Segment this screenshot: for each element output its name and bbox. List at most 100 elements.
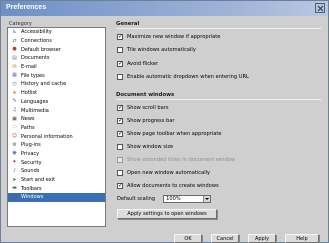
default-scaling-value: 100%	[166, 195, 181, 202]
accessibility-icon: ♿	[12, 28, 17, 35]
windows-icon: ▢	[12, 193, 17, 200]
checkbox[interactable]	[117, 130, 123, 137]
sidebar-item-paths[interactable]: ▭ Paths	[8, 124, 105, 133]
sidebar-item-label: Default browser	[21, 46, 61, 53]
sidebar-item-label: E-mail	[21, 64, 37, 71]
hotlist-icon: ★	[12, 89, 17, 96]
history-icon: ◷	[12, 80, 17, 87]
sidebar-item-label: Security	[21, 159, 42, 166]
sidebar-item-label: Languages	[21, 98, 49, 105]
option-label: Enable automatic dropdown when entering …	[127, 74, 249, 80]
sidebar-item-label: Windows	[21, 194, 44, 201]
sidebar-item-start-and-exit[interactable]: ➤ Start and exit	[8, 176, 105, 185]
option-row: Maximize new window if appropriate	[117, 32, 220, 41]
sidebar-item-security[interactable]: ✦ Security	[8, 158, 105, 167]
preferences-window: Preferences Category ♿ Accessibility ⇄ Conn…	[0, 0, 329, 243]
plugins-icon: ⚙	[12, 141, 17, 148]
sidebar-item-privacy[interactable]: ◉ Privacy	[8, 150, 105, 159]
multimedia-icon: ♫	[12, 107, 17, 114]
cancel-button[interactable]: Cancel	[211, 234, 239, 243]
sidebar-item-multimedia[interactable]: ♫ Multimedia	[8, 106, 105, 115]
checkbox[interactable]	[117, 47, 123, 53]
personal-info-icon: ☺	[11, 133, 18, 140]
close-icon[interactable]	[315, 3, 325, 13]
checkbox[interactable]	[117, 33, 123, 40]
start-exit-icon: ➤	[12, 176, 17, 183]
sidebar-item-hotlist[interactable]: ★ Hotlist	[8, 89, 105, 98]
checkbox[interactable]	[117, 143, 123, 150]
option-label: Show progress bar	[127, 117, 175, 124]
chevron-down-icon[interactable]	[203, 195, 211, 202]
sidebar-item-default-browser[interactable]: ● Default browser	[8, 45, 105, 54]
checkbox[interactable]	[117, 74, 123, 80]
default-browser-icon: ●	[12, 46, 17, 53]
sidebar-item-label: Start and exit	[21, 177, 56, 184]
ok-button[interactable]: OK	[174, 234, 202, 243]
sidebar-item-label: Accessibility	[21, 29, 52, 36]
option-row: Show page toolbar when appropriate	[117, 129, 221, 138]
toolbars-icon: ▬	[12, 185, 17, 192]
sidebar-item-label: Multimedia	[21, 107, 49, 114]
option-row: Show progress bar	[117, 116, 174, 125]
option-row: Show extended titles in document window	[117, 155, 235, 164]
default-scaling-label: Default scaling	[117, 195, 156, 202]
sidebar-item-personal-information[interactable]: ☺ Personal information	[8, 132, 105, 141]
default-scaling-row: Default scaling 100%	[117, 194, 212, 203]
option-label: Show extended titles in document window	[127, 156, 236, 163]
sidebar-item-label: Plug-ins	[21, 142, 41, 149]
option-label: Open new window automatically	[127, 169, 211, 176]
sidebar-item-file-types[interactable]: ▦ File types	[8, 71, 105, 80]
sidebar-item-label: Paths	[21, 124, 35, 131]
default-scaling-select[interactable]: 100%	[163, 194, 212, 203]
checkbox[interactable]	[117, 104, 123, 111]
apply-to-open-windows-button[interactable]: Apply settings to open windows	[117, 209, 217, 219]
option-row: Tile windows automatically	[117, 46, 196, 55]
checkbox[interactable]	[117, 182, 123, 189]
sidebar-item-label: File types	[21, 72, 45, 79]
sidebar-item-label: Hotlist	[21, 90, 38, 97]
sidebar-item-connections[interactable]: ⇄ Connections	[8, 37, 105, 46]
sidebar-item-news[interactable]: ▣ News	[8, 115, 105, 124]
windows-settings-panel: General Maximize new window if appropria…	[113, 19, 321, 224]
option-row: Show window size	[117, 142, 173, 151]
help-button[interactable]: Help	[285, 234, 319, 243]
option-label: Show scroll bars	[127, 104, 169, 111]
checkbox	[117, 156, 123, 163]
option-row: Allow documents to create windows	[117, 181, 219, 190]
privacy-icon: ◉	[12, 150, 17, 157]
option-label: Show window size	[127, 143, 174, 150]
sidebar-item-windows[interactable]: ▢ Windows	[8, 193, 105, 202]
option-label: Allow documents to create windows	[127, 182, 219, 189]
checkbox[interactable]	[117, 60, 123, 67]
file-types-icon: ▦	[12, 72, 17, 79]
sidebar-item-sounds[interactable]: ♪ Sounds	[8, 167, 105, 176]
option-row: Open new window automatically	[117, 168, 210, 177]
option-label: Avoid flicker	[127, 60, 159, 67]
sidebar-item-plug-ins[interactable]: ⚙ Plug-ins	[8, 141, 105, 150]
sidebar-item-history-and-cache[interactable]: ◷ History and cache	[8, 80, 105, 89]
option-label: Tile windows automatically	[127, 47, 196, 53]
sidebar-item-accessibility[interactable]: ♿ Accessibility	[8, 28, 105, 37]
paths-icon: ▭	[12, 124, 17, 131]
general-group-title: General	[116, 21, 140, 27]
title-bar[interactable]: Preferences	[1, 1, 328, 16]
option-row: Avoid flicker	[117, 59, 158, 68]
checkbox[interactable]	[117, 169, 123, 176]
sidebar-item-languages[interactable]: ✎ Languages	[8, 98, 105, 107]
news-icon: ▣	[12, 115, 17, 122]
sidebar-item-label: Connections	[21, 38, 52, 45]
category-list[interactable]: ♿ Accessibility ⇄ Connections ● Default brows…	[7, 27, 106, 227]
document-windows-divider	[116, 99, 321, 100]
sidebar-item-label: Personal information	[21, 133, 73, 140]
connections-icon: ⇄	[12, 37, 17, 44]
checkbox[interactable]	[117, 117, 123, 124]
option-row: Enable automatic dropdown when entering …	[117, 73, 249, 82]
sidebar-item-label: History and cache	[21, 81, 67, 88]
sidebar-item-documents[interactable]: ▤ Documents	[8, 54, 105, 63]
security-icon: ✦	[12, 159, 17, 166]
sidebar-item-e-mail[interactable]: ✉ E-mail	[8, 63, 105, 72]
sidebar-item-toolbars[interactable]: ▬ Toolbars	[8, 184, 105, 193]
languages-icon: ✎	[12, 98, 17, 105]
document-windows-group-title: Document windows	[116, 92, 175, 98]
apply-button[interactable]: Apply	[248, 234, 276, 243]
